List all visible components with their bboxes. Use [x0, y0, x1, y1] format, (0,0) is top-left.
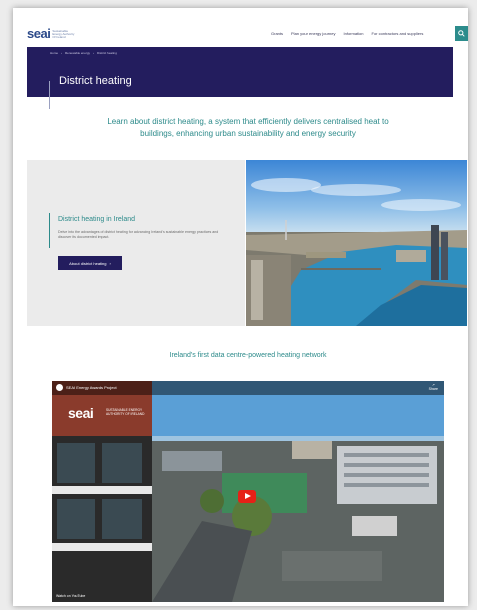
nav-item-contractors[interactable]: For contractors and suppliers	[372, 31, 424, 36]
feature-accent-line	[49, 213, 50, 248]
feature-panel	[27, 160, 245, 326]
title-accent-line	[49, 81, 50, 109]
page: seai Sustainable Energy Authority Of Ire…	[13, 8, 468, 606]
page-title-band: Home › Renewable energy › District heati…	[27, 47, 453, 97]
video-player[interactable]: SEAI Energy Awards Project ↗ Share seai …	[52, 381, 444, 602]
logo-wordmark: seai	[27, 26, 51, 41]
site-header: seai Sustainable Energy Authority Of Ire…	[13, 8, 468, 41]
nav-item-information[interactable]: Information	[344, 31, 364, 36]
intro-text: Learn about district heating, a system t…	[107, 117, 389, 138]
feature-title: District heating in Ireland	[58, 216, 136, 223]
page-title: District heating	[59, 75, 132, 87]
share-label: Share	[428, 387, 438, 391]
breadcrumb-separator: ›	[61, 51, 63, 55]
button-label: About district heating	[69, 260, 107, 266]
search-icon	[458, 30, 465, 37]
video-logo-tagline: SUSTAINABLE ENERGY AUTHORITY OF IRELAND	[106, 408, 145, 416]
watch-on-youtube-link[interactable]: Watch on YouTube	[56, 594, 85, 598]
breadcrumb-home[interactable]: Home	[50, 51, 58, 55]
channel-avatar[interactable]	[56, 384, 63, 391]
nav-item-plan[interactable]: Plan your energy journey	[291, 31, 335, 36]
video-section-heading: Ireland's first data centre-powered heat…	[169, 352, 327, 359]
breadcrumb: Home › Renewable energy › District heati…	[50, 51, 117, 55]
main-nav: Grants Plan your energy journey Informat…	[271, 31, 423, 36]
nav-item-grants[interactable]: Grants	[271, 31, 283, 36]
about-district-heating-button[interactable]: About district heating ›	[58, 256, 122, 270]
breadcrumb-separator: ›	[93, 51, 95, 55]
breadcrumb-current: District heating	[97, 51, 117, 55]
seai-logo[interactable]: seai Sustainable Energy Authority Of Ire…	[27, 26, 76, 41]
logo-tagline: Sustainable Energy Authority Of Ireland	[52, 29, 75, 39]
feature-description: Delve into the advantages of district he…	[58, 230, 219, 239]
play-icon[interactable]	[238, 490, 256, 503]
share-button[interactable]: ↗ Share	[429, 383, 438, 391]
aerial-city-photo	[246, 160, 467, 326]
search-button[interactable]	[455, 26, 468, 41]
breadcrumb-renewable[interactable]: Renewable energy	[65, 51, 90, 55]
video-title[interactable]: SEAI Energy Awards Project	[66, 385, 117, 390]
chevron-right-icon: ›	[109, 260, 111, 266]
video-seai-logo: seai	[68, 405, 94, 421]
